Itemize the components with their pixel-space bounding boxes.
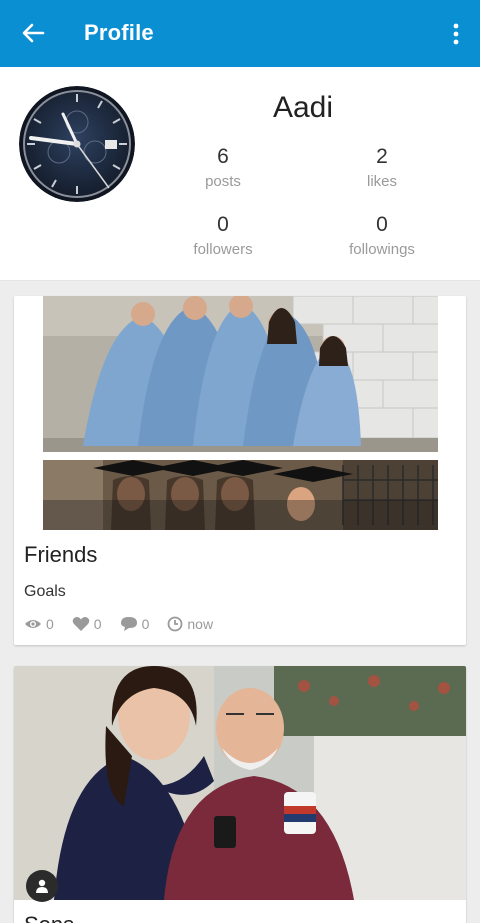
post-image-bottom[interactable] — [43, 460, 438, 530]
avatar[interactable] — [19, 86, 135, 202]
stat-label: followers — [193, 241, 253, 258]
stat-value: 6 — [217, 145, 229, 168]
stat-followings[interactable]: 0 followings — [317, 213, 447, 258]
arrow-left-icon[interactable] — [18, 18, 48, 48]
comment-button[interactable]: 0 — [120, 616, 150, 632]
post-time: now — [167, 616, 213, 632]
like-button[interactable]: 0 — [72, 616, 102, 632]
stat-label: likes — [366, 173, 397, 190]
eye-icon — [25, 620, 41, 628]
profile-name: Aadi — [272, 91, 334, 124]
post-title: Friends — [24, 542, 98, 567]
post-subtitle: Goals — [24, 583, 66, 600]
likes-value: 0 — [93, 616, 102, 632]
page-title: Profile — [84, 20, 154, 45]
user-icon[interactable] — [26, 870, 58, 902]
post-image[interactable] — [14, 666, 466, 900]
stat-label: posts — [205, 173, 241, 190]
stat-posts[interactable]: 6 posts — [158, 145, 288, 190]
stat-value: 2 — [376, 145, 388, 168]
time-value: now — [187, 616, 214, 632]
clock-icon — [167, 616, 183, 632]
stat-likes[interactable]: 2 likes — [317, 145, 447, 190]
stat-value: 0 — [376, 213, 388, 236]
comments-value: 0 — [141, 616, 150, 632]
profile-header: Aadi 6 posts 2 likes 0 followers 0 follo… — [0, 67, 480, 281]
stat-value: 0 — [217, 213, 229, 236]
comment-icon — [120, 617, 137, 631]
stat-label: followings — [349, 241, 415, 258]
heart-icon — [72, 617, 90, 631]
stat-followers[interactable]: 0 followers — [158, 213, 288, 258]
post-card[interactable]: Friends Goals 0 0 0 now — [14, 296, 466, 645]
more-vert-icon[interactable] — [446, 20, 466, 48]
views-value: 0 — [46, 616, 54, 632]
views-count: 0 — [24, 616, 54, 632]
app-bar: Profile — [0, 0, 480, 67]
post-card[interactable]: Sons — [14, 666, 466, 923]
post-title: Sons — [24, 912, 74, 923]
post-image-top[interactable] — [43, 296, 438, 452]
post-meta: 0 0 0 now — [24, 616, 231, 632]
